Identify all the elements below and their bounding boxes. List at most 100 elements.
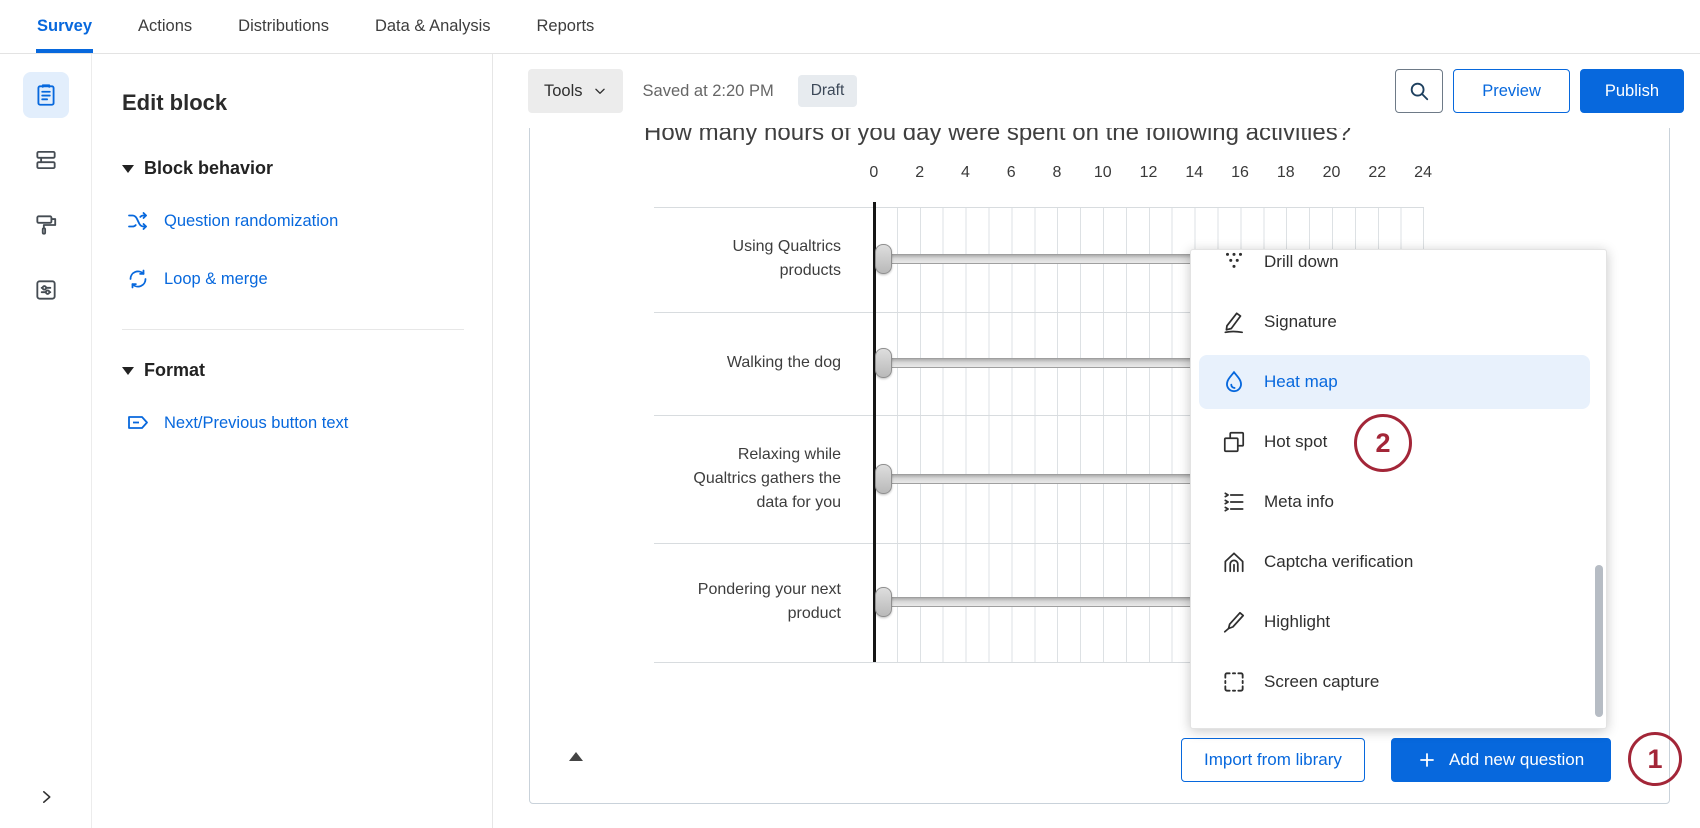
row-label: Pondering your next product — [691, 578, 841, 626]
scale-tick: 4 — [943, 164, 989, 182]
tools-label: Tools — [544, 82, 583, 101]
button-text-icon — [126, 411, 150, 435]
section-title: Format — [144, 360, 205, 381]
scale-tick: 2 — [897, 164, 943, 182]
expand-panel-chevron-icon[interactable] — [0, 788, 92, 806]
collapse-triangle-icon — [122, 165, 134, 173]
meta-info-icon — [1221, 489, 1247, 515]
question-type-menu-list: Drill down Signature Heat map — [1191, 249, 1606, 712]
qualtrics-survey-editor: Survey Actions Distributions Data & Anal… — [0, 0, 1700, 828]
captcha-verification-icon — [1221, 549, 1247, 575]
loop-merge-link[interactable]: Loop & merge — [126, 267, 464, 291]
publish-button[interactable]: Publish — [1580, 69, 1684, 113]
draft-status-badge: Draft — [798, 75, 858, 107]
survey-canvas: How many hours of you day were spent on … — [493, 128, 1700, 828]
main-editor: Tools Saved at 2:20 PM Draft Preview Pub… — [493, 54, 1700, 828]
edit-block-panel: Edit block Block behavior Question rando… — [92, 54, 493, 828]
question-type-menu: Drill down Signature Heat map — [1190, 249, 1607, 729]
menu-item-label: Heat map — [1264, 372, 1338, 392]
menu-item-highlight[interactable]: Highlight — [1191, 592, 1606, 652]
menu-item-signature[interactable]: Signature — [1191, 292, 1606, 352]
collapse-question-button[interactable] — [566, 749, 586, 763]
scale-tick: 12 — [1126, 164, 1172, 182]
toolbar-right-group: Preview Publish — [1395, 69, 1684, 113]
annotation-step-2: 2 — [1354, 414, 1412, 472]
tab-survey[interactable]: Survey — [14, 0, 115, 53]
saved-status-text: Saved at 2:20 PM — [643, 82, 774, 101]
slider-handle[interactable] — [875, 464, 892, 494]
add-new-question-label: Add new question — [1449, 750, 1584, 770]
section-format[interactable]: Format — [122, 360, 464, 381]
survey-builder-icon[interactable] — [23, 72, 69, 118]
collapse-triangle-icon — [122, 367, 134, 375]
menu-item-label: Captcha verification — [1264, 552, 1413, 572]
tab-distributions[interactable]: Distributions — [215, 0, 352, 53]
row-label: Using Qualtrics products — [691, 235, 841, 283]
collapse-arrow-icon — [569, 752, 583, 761]
scale-tick: 20 — [1309, 164, 1355, 182]
scale-tick: 10 — [1080, 164, 1126, 182]
menu-item-label: Drill down — [1264, 252, 1339, 272]
hot-spot-icon — [1221, 429, 1247, 455]
tab-data-analysis[interactable]: Data & Analysis — [352, 0, 514, 53]
annotation-step-1: 1 — [1628, 732, 1682, 786]
scale-tick: 14 — [1171, 164, 1217, 182]
preview-button[interactable]: Preview — [1453, 69, 1570, 113]
scale-tick: 22 — [1354, 164, 1400, 182]
link-label: Question randomization — [164, 212, 338, 231]
tools-button[interactable]: Tools — [528, 69, 623, 113]
scale-tick: 8 — [1034, 164, 1080, 182]
menu-item-heat-map[interactable]: Heat map — [1191, 352, 1606, 412]
link-label: Next/Previous button text — [164, 414, 348, 433]
loop-icon — [126, 267, 150, 291]
menu-item-label: Hot spot — [1264, 432, 1327, 452]
tab-reports[interactable]: Reports — [514, 0, 618, 53]
heat-map-icon — [1221, 369, 1247, 395]
section-title: Block behavior — [144, 158, 273, 179]
search-button[interactable] — [1395, 69, 1443, 113]
drill-down-icon — [1221, 249, 1247, 275]
section-block-behavior[interactable]: Block behavior — [122, 158, 464, 179]
slider-handle[interactable] — [875, 587, 892, 617]
top-nav: Survey Actions Distributions Data & Anal… — [0, 0, 1700, 54]
search-icon — [1408, 80, 1430, 102]
slider-handle[interactable] — [875, 348, 892, 378]
menu-item-label: Screen capture — [1264, 672, 1379, 692]
menu-item-label: Highlight — [1264, 612, 1330, 632]
screen-capture-icon — [1221, 669, 1247, 695]
add-new-question-button[interactable]: Add new question — [1391, 738, 1611, 782]
signature-icon — [1221, 309, 1247, 335]
question-randomization-link[interactable]: Question randomization — [126, 209, 464, 233]
row-label: Walking the dog — [691, 351, 841, 375]
slider-handle[interactable] — [875, 244, 892, 274]
import-from-library-button[interactable]: Import from library — [1181, 738, 1365, 782]
survey-options-icon[interactable] — [23, 267, 69, 313]
panel-title: Edit block — [122, 90, 464, 116]
question-title: How many hours of you day were spent on … — [644, 128, 1351, 147]
menu-item-drill-down[interactable]: Drill down — [1191, 249, 1606, 292]
menu-item-label: Signature — [1264, 312, 1337, 332]
row-label: Relaxing while Qualtrics gathers the dat… — [691, 443, 841, 515]
left-icon-rail — [0, 54, 92, 828]
editor-toolbar: Tools Saved at 2:20 PM Draft Preview Pub… — [493, 54, 1700, 128]
menu-scrollbar-thumb[interactable] — [1595, 565, 1603, 717]
scale-tick: 24 — [1400, 164, 1446, 182]
look-and-feel-icon[interactable] — [23, 202, 69, 248]
menu-item-captcha-verification[interactable]: Captcha verification — [1191, 532, 1606, 592]
menu-item-meta-info[interactable]: Meta info — [1191, 472, 1606, 532]
survey-flow-icon[interactable] — [23, 137, 69, 183]
menu-item-screen-capture[interactable]: Screen capture — [1191, 652, 1606, 712]
tab-actions[interactable]: Actions — [115, 0, 215, 53]
scale-tick: 6 — [988, 164, 1034, 182]
panel-divider — [122, 329, 464, 330]
menu-item-label: Meta info — [1264, 492, 1334, 512]
scale-tick: 18 — [1263, 164, 1309, 182]
chevron-down-icon — [593, 84, 607, 98]
scale-tick: 0 — [851, 164, 897, 182]
slider-scale-labels: 0 2 4 6 8 10 12 14 16 18 20 22 24 — [851, 164, 1446, 182]
scale-tick: 16 — [1217, 164, 1263, 182]
next-previous-button-text-link[interactable]: Next/Previous button text — [126, 411, 464, 435]
plus-icon — [1418, 751, 1436, 769]
link-label: Loop & merge — [164, 270, 268, 289]
shuffle-icon — [126, 209, 150, 233]
